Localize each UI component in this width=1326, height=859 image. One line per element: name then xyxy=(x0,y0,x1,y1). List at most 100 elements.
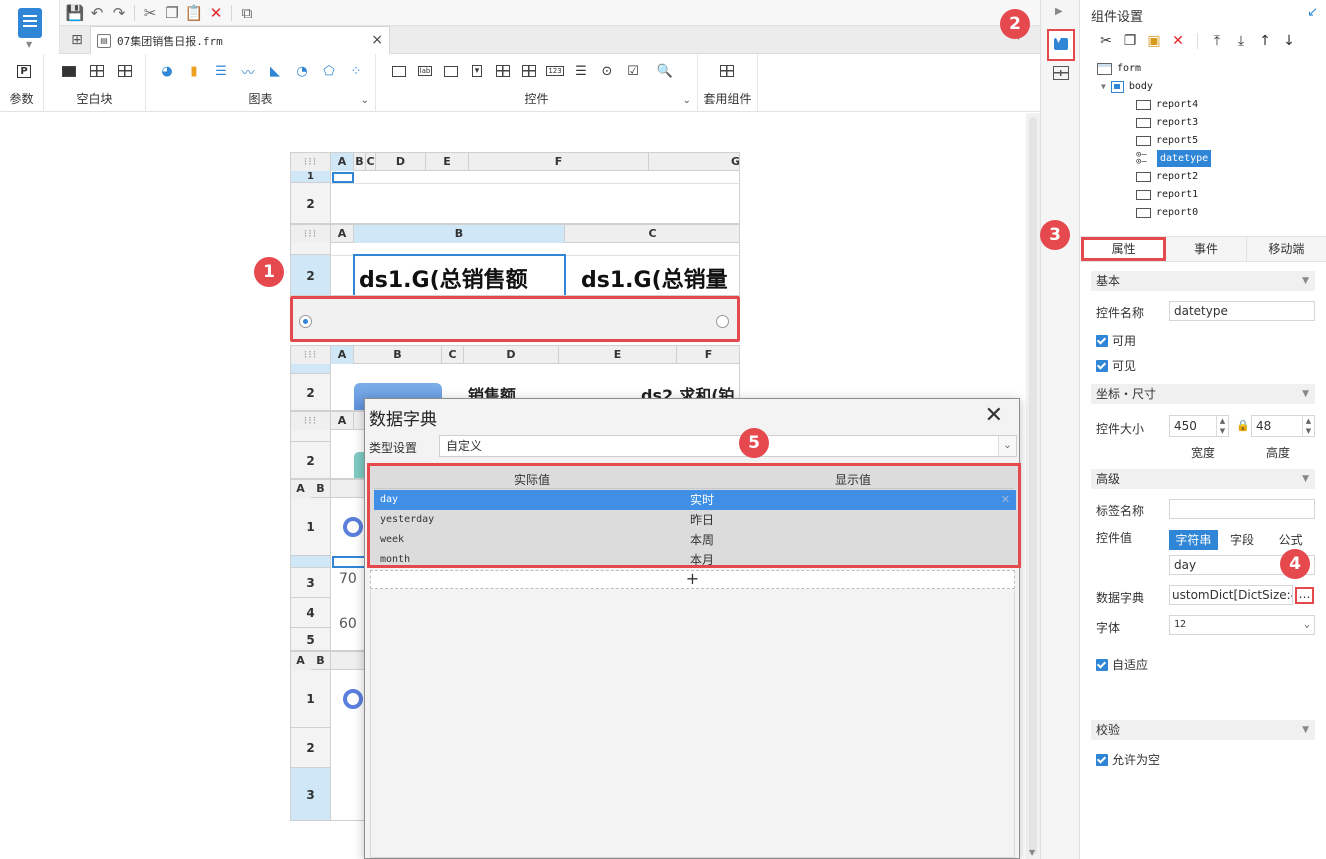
scroll-down-icon[interactable]: ▼ xyxy=(1029,848,1035,857)
undo-icon[interactable]: ↶ xyxy=(86,2,108,24)
split-block-icon[interactable] xyxy=(88,62,106,80)
col-header[interactable]: F xyxy=(469,153,649,171)
blank-block-icon[interactable] xyxy=(60,62,78,80)
type-setting-select[interactable]: 自定义 ⌄ xyxy=(439,435,1017,457)
row-display-value[interactable]: 本周 xyxy=(690,530,714,550)
col-header[interactable]: A xyxy=(291,652,311,670)
close-icon[interactable]: ✕ xyxy=(985,403,1003,428)
gauge-chart-icon[interactable]: ◔ xyxy=(293,62,311,80)
tag-name-input[interactable] xyxy=(1169,499,1315,519)
cut-icon[interactable]: ✂ xyxy=(139,2,161,24)
chevron-down-icon[interactable]: ▼ xyxy=(1302,469,1309,489)
section-basic[interactable]: 基本 ▼ xyxy=(1091,271,1315,291)
scrollbar-thumb[interactable] xyxy=(1029,117,1037,855)
row-header[interactable]: 2 xyxy=(291,728,331,768)
selected-cell[interactable] xyxy=(332,556,366,568)
row-actual-value[interactable]: day xyxy=(380,490,398,510)
chevron-down-icon[interactable]: ▼ xyxy=(1302,384,1309,404)
list-widget-icon[interactable]: ☰ xyxy=(572,62,590,80)
tab-file[interactable]: ▤ 07集团销售日报.frm × xyxy=(90,26,390,54)
tree-node-report0[interactable]: report0 xyxy=(1136,204,1198,221)
paste-icon[interactable]: ▣ xyxy=(1145,32,1163,50)
row-actual-value[interactable]: month xyxy=(380,550,410,570)
col-header[interactable]: B xyxy=(354,225,565,243)
label-widget-icon[interactable] xyxy=(390,62,408,80)
col-header[interactable]: A xyxy=(331,153,354,171)
expand-icon[interactable]: ▼ xyxy=(1101,78,1106,95)
text-widget-icon[interactable]: lab xyxy=(416,62,434,80)
move-up-icon[interactable]: ↑ xyxy=(1256,32,1274,50)
col-header[interactable]: G xyxy=(649,153,739,171)
scatter-chart-icon[interactable]: ⁘ xyxy=(347,62,365,80)
stepper-arrows-icon[interactable]: ▲ ▼ xyxy=(1216,416,1228,436)
mode-string[interactable]: 字符串 xyxy=(1169,530,1218,550)
mode-formula[interactable]: 公式 xyxy=(1266,530,1315,550)
radio-group-widget-icon[interactable]: ⊙ xyxy=(598,62,616,80)
col-header[interactable]: A xyxy=(291,480,311,498)
copy-icon[interactable]: ❐ xyxy=(1121,32,1139,50)
query-widget-icon[interactable]: 🔍 xyxy=(656,62,674,80)
cut-icon[interactable]: ✂ xyxy=(1097,32,1115,50)
radio-group-widget[interactable] xyxy=(290,296,740,342)
grid-icon[interactable]: ⊞ xyxy=(68,31,86,49)
row-header[interactable]: 1 xyxy=(291,498,331,556)
col-header[interactable]: E xyxy=(426,153,469,171)
line-chart-icon[interactable]: 〰 xyxy=(239,62,257,81)
col-header[interactable]: B xyxy=(354,346,442,364)
tree-node-report4[interactable]: report4 xyxy=(1136,96,1198,113)
add-row-button[interactable]: + xyxy=(370,570,1015,589)
row-display-value[interactable]: 昨日 xyxy=(690,510,714,530)
checkbox-group-widget-icon[interactable]: ☑ xyxy=(624,62,642,80)
widget-settings-toggle[interactable] xyxy=(1047,29,1075,61)
remove-row-icon[interactable]: ✕ xyxy=(1001,490,1010,510)
section-advanced[interactable]: 高级 ▼ xyxy=(1091,469,1315,489)
tree-node-report2[interactable]: report2 xyxy=(1136,168,1198,185)
chevron-right-icon[interactable]: ▶ xyxy=(1055,6,1063,17)
col-header[interactable]: C xyxy=(565,225,739,243)
height-stepper[interactable]: 48 ▲ ▼ xyxy=(1251,415,1315,437)
hbar-chart-icon[interactable]: ☰ xyxy=(212,62,230,80)
table-row[interactable]: day 实时 ✕ xyxy=(374,490,1016,510)
section-geometry[interactable]: 坐标・尺寸 ▼ xyxy=(1091,384,1315,404)
area-chart-icon[interactable]: ◣ xyxy=(266,62,284,80)
param-icon[interactable]: P xyxy=(15,62,33,80)
chevron-down-icon[interactable]: ▼ xyxy=(1302,271,1309,291)
row-display-value[interactable]: 实时 xyxy=(690,490,714,510)
col-header[interactable]: E xyxy=(559,346,677,364)
tree-node-report1[interactable]: report1 xyxy=(1136,186,1198,203)
chevron-down-icon[interactable]: ▼ xyxy=(1302,720,1309,740)
close-icon[interactable]: × xyxy=(371,32,383,48)
font-size-select[interactable]: 12 ⌄ xyxy=(1169,615,1315,635)
delete-icon[interactable]: ✕ xyxy=(1169,32,1187,50)
table-row[interactable]: week 本周 xyxy=(374,530,1016,550)
col-header[interactable]: D xyxy=(376,153,426,171)
row-header[interactable]: 2 xyxy=(291,442,331,478)
row-header[interactable]: 1 xyxy=(291,171,331,183)
combobox-widget-icon[interactable]: ▾ xyxy=(468,62,486,80)
date-widget-icon[interactable] xyxy=(494,62,512,80)
row-header[interactable]: 3 xyxy=(291,768,331,820)
radio-option[interactable] xyxy=(716,315,729,328)
tree-node-form[interactable]: form xyxy=(1097,60,1141,77)
tab-properties[interactable]: 属性 xyxy=(1081,237,1167,261)
col-header[interactable]: A xyxy=(331,225,354,243)
tab-events[interactable]: 事件 xyxy=(1166,237,1247,261)
row-header[interactable]: 5 xyxy=(291,628,331,650)
table-block-icon[interactable] xyxy=(116,62,134,80)
mode-field[interactable]: 字段 xyxy=(1218,530,1267,550)
delete-icon[interactable]: ✕ xyxy=(205,2,227,24)
edit-dictionary-button[interactable]: … xyxy=(1295,587,1314,604)
canvas-scrollbar[interactable]: ▲ ▼ xyxy=(1026,113,1040,859)
template-widget-icon[interactable] xyxy=(718,62,736,80)
tree-node-report5[interactable]: report5 xyxy=(1136,132,1198,149)
move-top-icon[interactable]: ⤒ xyxy=(1208,32,1226,50)
report-block-2[interactable]: ⁝⁝⁝ A B C 2 ds1.G(总销售额 ds1.G(总销量 xyxy=(290,224,740,296)
row-actual-value[interactable]: week xyxy=(380,530,404,550)
col-header[interactable]: C xyxy=(366,153,376,171)
report-block-1[interactable]: ⁝⁝⁝ A B C D E F G 1 2 xyxy=(290,152,740,224)
enabled-checkbox[interactable]: 可用 xyxy=(1096,332,1136,349)
cell-total-sales[interactable]: ds1.G(总销售额 xyxy=(359,262,528,294)
visible-checkbox[interactable]: 可见 xyxy=(1096,357,1136,374)
copy-icon[interactable]: ❐ xyxy=(161,2,183,24)
row-header[interactable]: 3 xyxy=(291,568,331,598)
